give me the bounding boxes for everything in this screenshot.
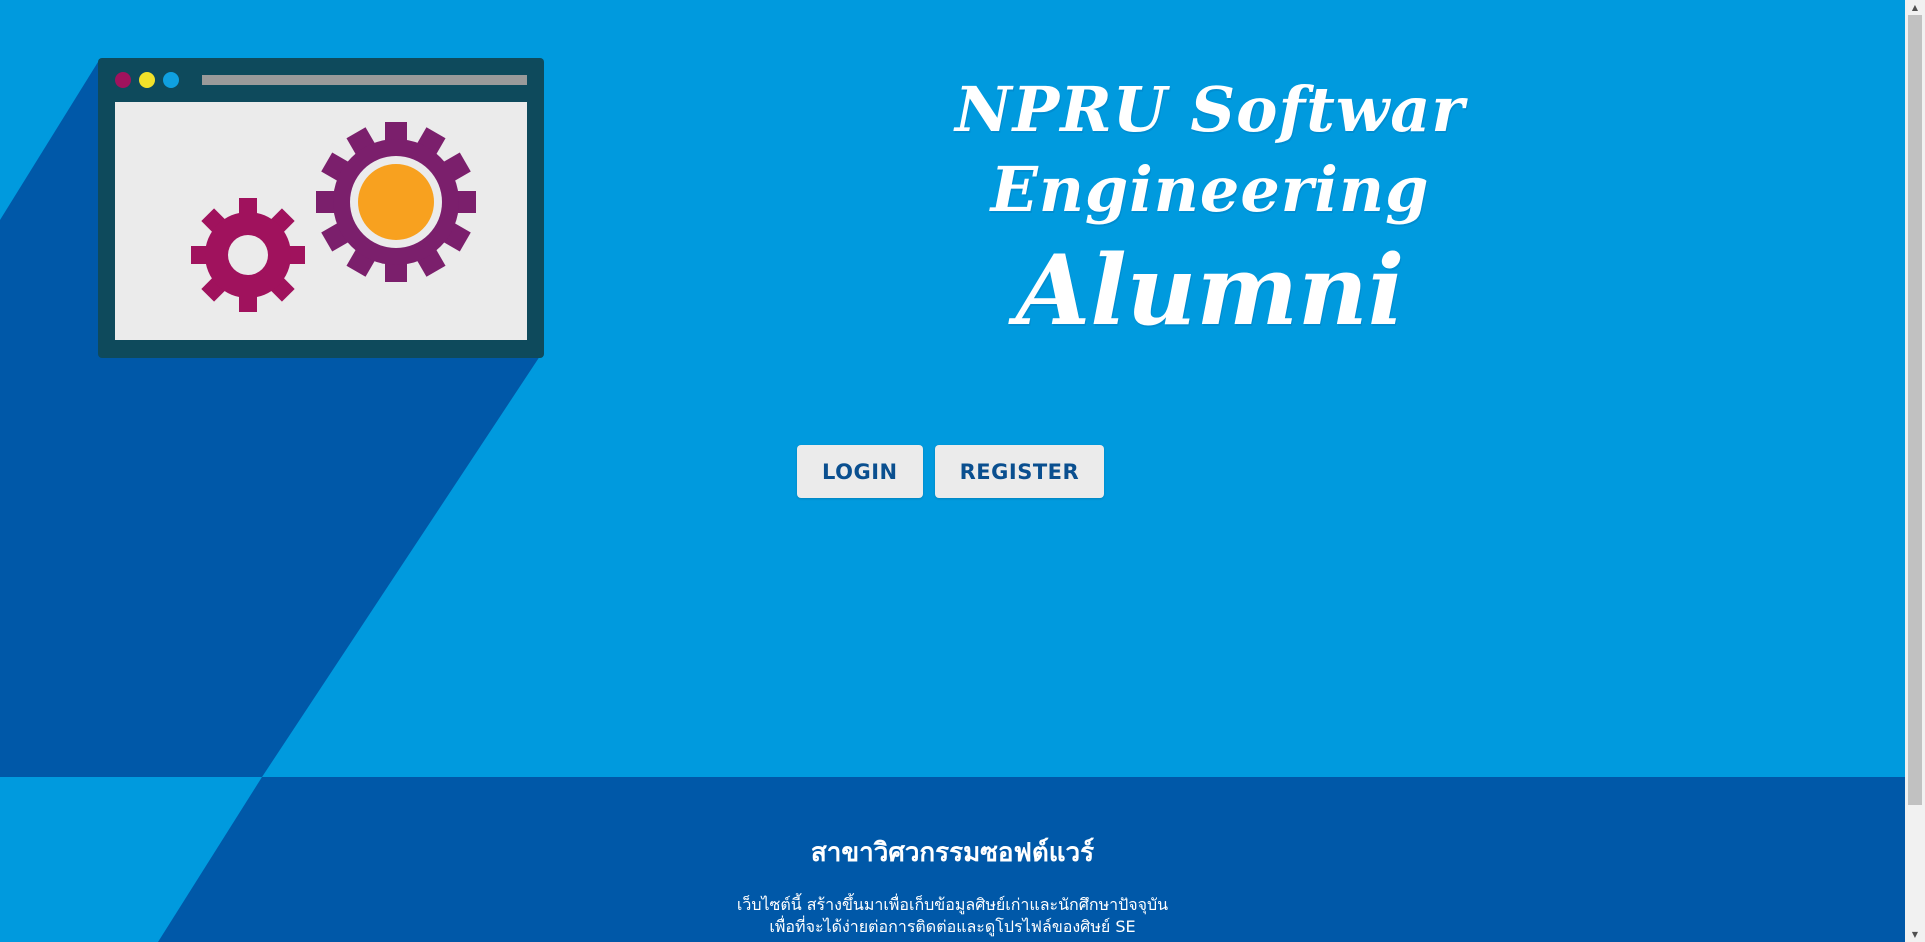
footer: สาขาวิศวกรรมซอฟต์แวร์ เว็บไซต์นี้ สร้างข… <box>0 777 1905 942</box>
login-button[interactable]: LOGIN <box>797 445 923 498</box>
browser-window-gears-icon <box>98 58 544 358</box>
hero-title-line1: NPRU Softwar Engineering <box>954 73 1466 226</box>
vertical-scrollbar[interactable]: ▲ ▼ <box>1905 0 1925 942</box>
landing-page: NPRU Softwar Engineering Alumni LOGIN RE… <box>0 0 1905 942</box>
scroll-down-arrow-icon[interactable]: ▼ <box>1905 927 1925 942</box>
register-button[interactable]: REGISTER <box>934 445 1105 498</box>
footer-description-line2: เพื่อที่จะได้ง่ายต่อการติดต่อและดูโปรไฟล… <box>769 917 1136 936</box>
scrollbar-thumb[interactable] <box>1908 15 1922 805</box>
footer-heading: สาขาวิศวกรรมซอฟต์แวร์ <box>810 838 1095 868</box>
hero-title-line2: Alumni <box>1015 234 1405 347</box>
scroll-up-arrow-icon[interactable]: ▲ <box>1905 0 1925 15</box>
auth-buttons: LOGIN REGISTER <box>797 445 1105 498</box>
footer-description-line1: เว็บไซต์นี้ สร้างขึ้นมาเพื่อเก็บข้อมูลศิ… <box>736 895 1169 914</box>
footer-description: เว็บไซต์นี้ สร้างขึ้นมาเพื่อเก็บข้อมูลศิ… <box>0 894 1905 938</box>
hero-title: NPRU Softwar Engineering Alumni <box>740 70 1680 346</box>
